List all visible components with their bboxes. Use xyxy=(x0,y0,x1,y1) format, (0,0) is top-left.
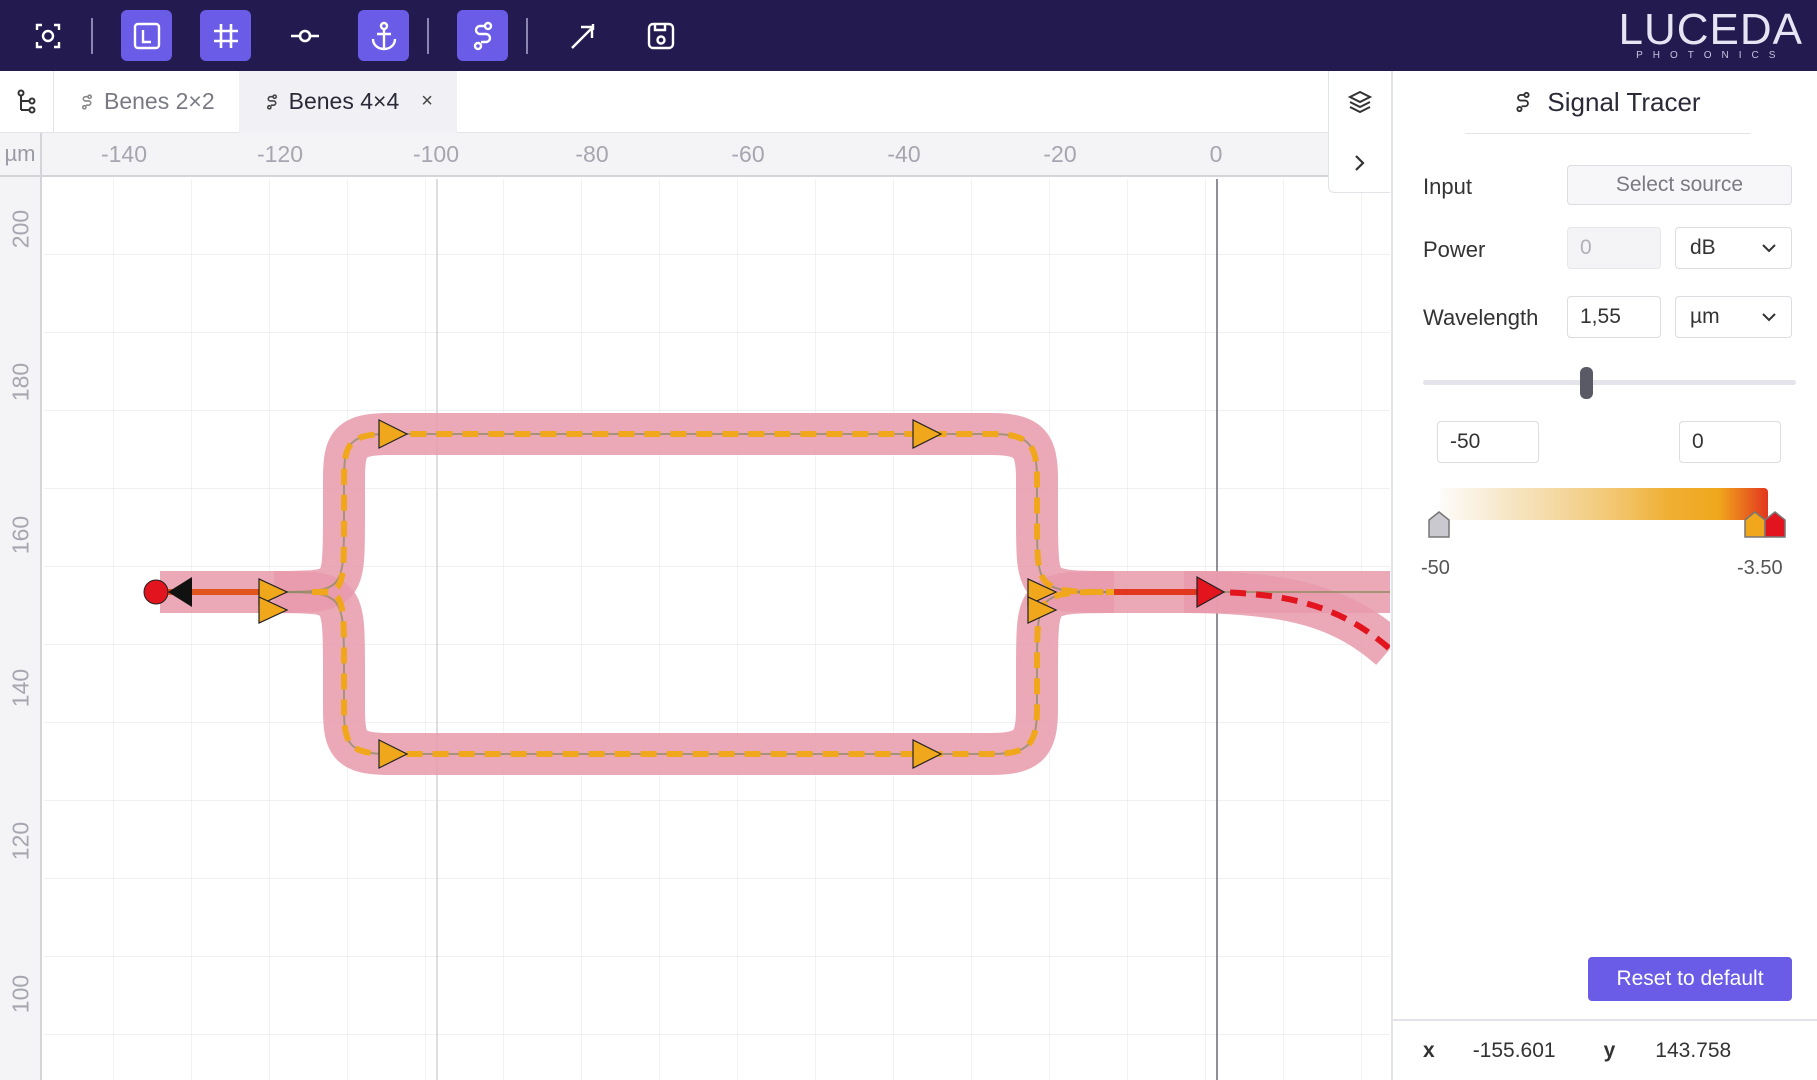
layout-canvas[interactable]: µm -140 -120 -100 -80 -60 -40 -20 0 200 180 160 14… xyxy=(0,133,1390,1080)
x-label: x xyxy=(1423,1039,1435,1062)
layout-button[interactable] xyxy=(121,10,172,61)
app-window: LUCEDA PHOTONICS Benes 2×2 Benes 4×4 × µ… xyxy=(0,0,1817,1080)
vertical-ruler: 200 180 160 140 120 100 xyxy=(0,177,42,1080)
ruler-y-tick: 100 xyxy=(7,974,34,1014)
toolbar-separator xyxy=(427,17,429,54)
reset-to-default-button[interactable]: Reset to default xyxy=(1588,957,1792,1001)
power-unit-value: dB xyxy=(1690,236,1716,259)
tab-label: Benes 2×2 xyxy=(104,88,215,114)
power-input[interactable]: 0 xyxy=(1567,227,1661,269)
chevron-down-icon xyxy=(1762,244,1776,253)
fit-view-icon xyxy=(35,23,60,48)
document-tabs: Benes 2×2 Benes 4×4 × xyxy=(0,70,1390,133)
panel-title: Signal Tracer xyxy=(1547,86,1701,117)
horizontal-ruler: -140 -120 -100 -80 -60 -40 -20 0 xyxy=(42,133,1390,177)
layers-icon xyxy=(1347,90,1372,114)
cursor-coordinates: x -155.601 y 143.758 xyxy=(1393,1019,1817,1080)
layout-icon xyxy=(133,22,160,49)
ruler-y-tick: 120 xyxy=(7,821,34,861)
canvas-grid xyxy=(44,179,1390,1080)
wavelength-unit-value: µm xyxy=(1690,305,1720,328)
grid-icon xyxy=(213,23,238,48)
brand-name: LUCEDA xyxy=(1618,5,1803,54)
fit-view-button[interactable] xyxy=(22,10,73,61)
source-port[interactable] xyxy=(143,579,169,605)
hierarchy-tree-icon xyxy=(17,89,35,113)
range-max-input[interactable]: 0 xyxy=(1679,421,1781,463)
brand-subtitle: PHOTONICS xyxy=(1636,50,1786,61)
signal-tracer-button[interactable] xyxy=(457,10,508,61)
x-value: -155.601 xyxy=(1472,1039,1556,1062)
toolbar-separator xyxy=(91,17,93,54)
ruler-y-tick: 180 xyxy=(7,362,34,402)
ruler-x-tick: -100 xyxy=(412,141,460,167)
anchor-button[interactable] xyxy=(358,10,409,61)
wavelength-unit-select[interactable]: µm xyxy=(1675,296,1792,338)
panel-header: Signal Tracer xyxy=(1393,71,1817,133)
collapse-panel-button[interactable] xyxy=(1328,133,1390,193)
chevron-right-icon xyxy=(1354,154,1365,171)
signal-tracer-panel: Signal Tracer Input Select source Power … xyxy=(1391,71,1817,1080)
ruler-x-tick: -60 xyxy=(731,141,765,167)
ruler-y-tick: 200 xyxy=(7,209,34,249)
y-value: 143.758 xyxy=(1655,1039,1732,1062)
grid-button[interactable] xyxy=(200,10,251,61)
power-unit-select[interactable]: dB xyxy=(1675,227,1792,269)
layers-button[interactable] xyxy=(1328,71,1390,133)
gradient-stop-max-icon[interactable] xyxy=(1763,511,1787,539)
gradient-stop-min-icon[interactable] xyxy=(1427,511,1451,539)
unit-label: µm xyxy=(0,133,42,177)
gradient-max-label: -3.50 xyxy=(1737,557,1783,579)
wavelength-input[interactable]: 1,55 xyxy=(1567,296,1661,338)
export-icon xyxy=(570,23,594,49)
ruler-x-tick: -140 xyxy=(100,141,148,167)
wavelength-label: Wavelength xyxy=(1423,305,1539,330)
toolbar-separator xyxy=(526,17,528,54)
export-button[interactable] xyxy=(556,10,607,61)
ruler-x-tick: -120 xyxy=(256,141,304,167)
save-button[interactable] xyxy=(635,10,686,61)
wavelength-slider-thumb[interactable] xyxy=(1580,367,1593,399)
tab-label: Benes 4×4 xyxy=(288,88,400,114)
circuit-icon xyxy=(266,93,277,110)
main-toolbar: LUCEDA PHOTONICS xyxy=(0,0,1817,71)
divider xyxy=(1465,133,1751,134)
ruler-x-tick: 0 xyxy=(1209,141,1223,167)
input-label: Input xyxy=(1423,174,1472,199)
close-tab-icon[interactable]: × xyxy=(421,90,433,113)
anchor-icon xyxy=(371,21,396,50)
tab-benes-4x4[interactable]: Benes 4×4 × xyxy=(238,70,457,133)
save-icon xyxy=(647,22,674,49)
range-min-input[interactable]: -50 xyxy=(1437,421,1539,463)
tab-benes-2x2[interactable]: Benes 2×2 xyxy=(54,71,239,133)
circuit-icon xyxy=(81,93,93,110)
ruler-x-tick: -40 xyxy=(887,141,921,167)
port-icon xyxy=(290,29,319,42)
ruler-x-tick: -80 xyxy=(575,141,609,167)
gradient-min-label: -50 xyxy=(1421,557,1450,579)
chevron-down-icon xyxy=(1762,313,1776,322)
brand-logo: LUCEDA PHOTONICS xyxy=(1618,5,1804,62)
power-label: Power xyxy=(1423,237,1486,262)
y-label: y xyxy=(1603,1039,1616,1062)
ruler-x-tick: -20 xyxy=(1043,141,1077,167)
signal-route-icon xyxy=(1516,91,1530,113)
signal-route-icon xyxy=(473,21,492,50)
ruler-y-tick: 160 xyxy=(7,515,34,555)
port-button[interactable] xyxy=(279,10,330,61)
wavelength-slider-track[interactable] xyxy=(1423,380,1796,385)
hierarchy-button[interactable] xyxy=(0,70,54,133)
ruler-y-tick: 140 xyxy=(7,668,34,708)
select-source-button[interactable]: Select source xyxy=(1567,165,1792,205)
power-color-gradient[interactable] xyxy=(1440,488,1768,520)
circuit-view[interactable] xyxy=(44,179,1390,1080)
